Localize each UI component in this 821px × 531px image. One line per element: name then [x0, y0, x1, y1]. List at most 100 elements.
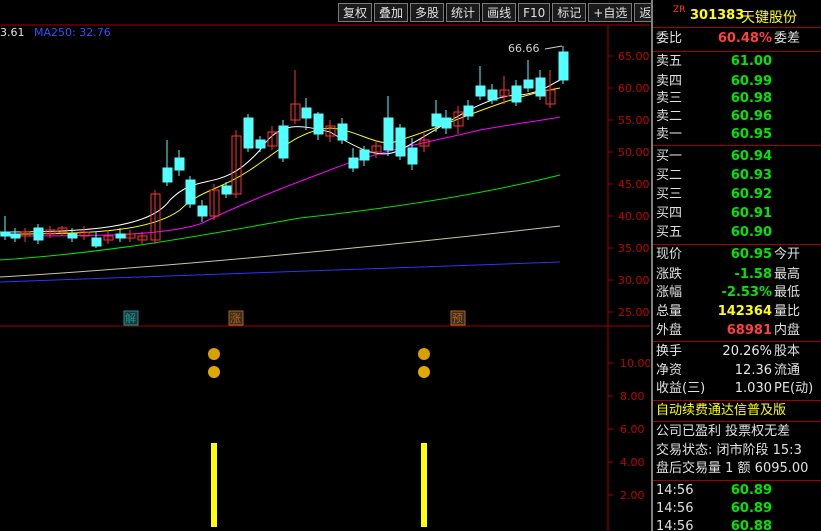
sell5-price: 61.00 — [730, 54, 772, 69]
candle-body — [221, 185, 232, 195]
buy4-row[interactable]: 买四 60.91 — [653, 204, 821, 224]
after-hours-volume: 盘后交易量 1 额 6095.00 — [656, 461, 809, 476]
outer-label: 外盘 — [656, 323, 683, 338]
candle-body — [197, 205, 208, 217]
low-label: 最低 — [774, 285, 801, 300]
gold-coin-icon — [208, 366, 220, 378]
sell2-row[interactable]: 卖二 60.96 — [653, 107, 821, 127]
candle-body — [383, 117, 394, 151]
nav-value: 12.36 — [734, 363, 772, 378]
event-marker-label: 解 — [125, 311, 136, 325]
candle-body — [91, 237, 102, 247]
sell1-price: 60.95 — [730, 127, 772, 142]
indicator-bar — [421, 443, 427, 527]
kline-chart[interactable]: 65.00 60.00 55.00 50.00 45.00 40.00 35.00 30.00… — [0, 0, 650, 531]
mark-button[interactable]: 标记 — [552, 3, 587, 22]
after-hours-row: 盘后交易量 1 额 6095.00 — [653, 459, 821, 479]
price-tick-label: 60.00 — [618, 82, 650, 95]
candle-body — [441, 117, 452, 129]
change-label: 涨跌 — [656, 267, 683, 282]
candle-body — [185, 179, 196, 205]
outer-value: 68981 — [726, 323, 772, 338]
kline-chart-area[interactable]: 65.00 60.00 55.00 50.00 45.00 40.00 35.00 30.00… — [0, 0, 650, 531]
ma250-line — [0, 261, 561, 283]
nav-label: 净资 — [656, 363, 683, 378]
ad-text[interactable]: 自动续费通达信普及版 — [656, 401, 786, 421]
candle-body — [475, 85, 486, 97]
volume-label: 总量 — [656, 304, 683, 319]
candle-body — [243, 117, 254, 149]
turnover-label: 换手 — [656, 344, 683, 359]
eps-label: 收益(三) — [656, 381, 706, 396]
draw-line-button[interactable]: 画线 — [482, 3, 517, 22]
pct-row: 涨幅 -2.53% 最低 — [653, 283, 821, 303]
open-label: 今开 — [774, 247, 801, 262]
tick-price: 60.89 — [730, 501, 772, 516]
sell5-row[interactable]: 卖五 61.00 — [653, 52, 821, 72]
restore-rights-button[interactable]: 复权 — [338, 3, 373, 22]
multi-stock-button[interactable]: 多股 — [410, 3, 445, 22]
buy3-row[interactable]: 买三 60.92 — [653, 185, 821, 205]
tick-row: 14:56 60.89 — [653, 499, 821, 519]
ad-row[interactable]: 自动续费通达信普及版 — [653, 401, 821, 421]
weibi-value: 60.48% — [717, 31, 772, 46]
stock-code: 301383 — [690, 8, 745, 23]
ma10-line — [0, 87, 561, 235]
inner-label: 内盘 — [774, 323, 801, 338]
candle-body — [174, 157, 185, 171]
price-tick-label: 25.00 — [618, 306, 650, 319]
price-tick-label: 45.00 — [618, 178, 650, 191]
candle-body — [558, 51, 569, 81]
candle-body — [535, 77, 546, 97]
add-watchlist-button[interactable]: +自选 — [588, 3, 633, 22]
buy2-price: 60.93 — [730, 168, 772, 183]
sell3-label: 卖三 — [656, 91, 683, 106]
candle-body — [463, 105, 474, 117]
buy2-row[interactable]: 买二 60.93 — [653, 166, 821, 186]
candle-body — [0, 231, 11, 237]
chart-toolbar: 复权 叠加 多股 统计 画线 F10 标记 +自选 返回 — [338, 3, 670, 22]
price-tick-label: 35.00 — [618, 242, 650, 255]
statistics-button[interactable]: 统计 — [446, 3, 481, 22]
tick-time: 14:56 — [656, 519, 694, 531]
weibi-label: 委比 — [656, 31, 683, 46]
buy5-row[interactable]: 买五 60.90 — [653, 223, 821, 243]
pct-value: -2.53% — [721, 285, 773, 300]
sell1-row[interactable]: 卖一 60.95 — [653, 125, 821, 145]
market-tag: ZR — [673, 5, 686, 15]
change-value: -1.58 — [734, 267, 772, 282]
candle-body — [407, 147, 418, 165]
stock-name: 天键股份 — [741, 10, 797, 26]
now-price-row: 现价 60.95 今开 — [653, 245, 821, 265]
indicator-bar — [211, 443, 217, 527]
indicator-tick-label: 2.00 — [620, 489, 645, 502]
turnover-value: 20.26% — [722, 344, 772, 359]
candle-body — [359, 149, 370, 161]
overlay-button[interactable]: 叠加 — [374, 3, 409, 22]
sell2-label: 卖二 — [656, 109, 683, 124]
tick-time: 14:56 — [656, 483, 694, 498]
company-note: 公司已盈利 投票权无差 — [656, 424, 791, 439]
event-marker-label: 涨 — [230, 312, 241, 325]
sell1-label: 卖一 — [656, 127, 683, 142]
pe-label: PE(动) — [774, 381, 814, 396]
sell2-price: 60.96 — [730, 109, 772, 124]
price-tick-label: 55.00 — [618, 114, 650, 127]
candle-body — [348, 157, 359, 169]
buy4-price: 60.91 — [730, 206, 772, 221]
buy2-label: 买二 — [656, 168, 683, 183]
candle-body — [10, 233, 21, 239]
candle-body — [33, 227, 44, 241]
money-bag-icon — [208, 348, 220, 360]
money-bag-icon — [418, 348, 430, 360]
event-marker-label: 预 — [452, 312, 463, 325]
buy1-price: 60.94 — [730, 149, 772, 164]
candle-body — [511, 85, 522, 103]
ma-prev-value: 3.61 — [0, 26, 25, 39]
buy1-row[interactable]: 买一 60.94 — [653, 147, 821, 167]
now-price: 60.95 — [730, 247, 772, 262]
sell3-row[interactable]: 卖三 60.98 — [653, 89, 821, 109]
indicator-tick-label: 4.00 — [620, 456, 645, 469]
f10-button[interactable]: F10 — [518, 3, 551, 22]
candle-body — [313, 113, 324, 135]
